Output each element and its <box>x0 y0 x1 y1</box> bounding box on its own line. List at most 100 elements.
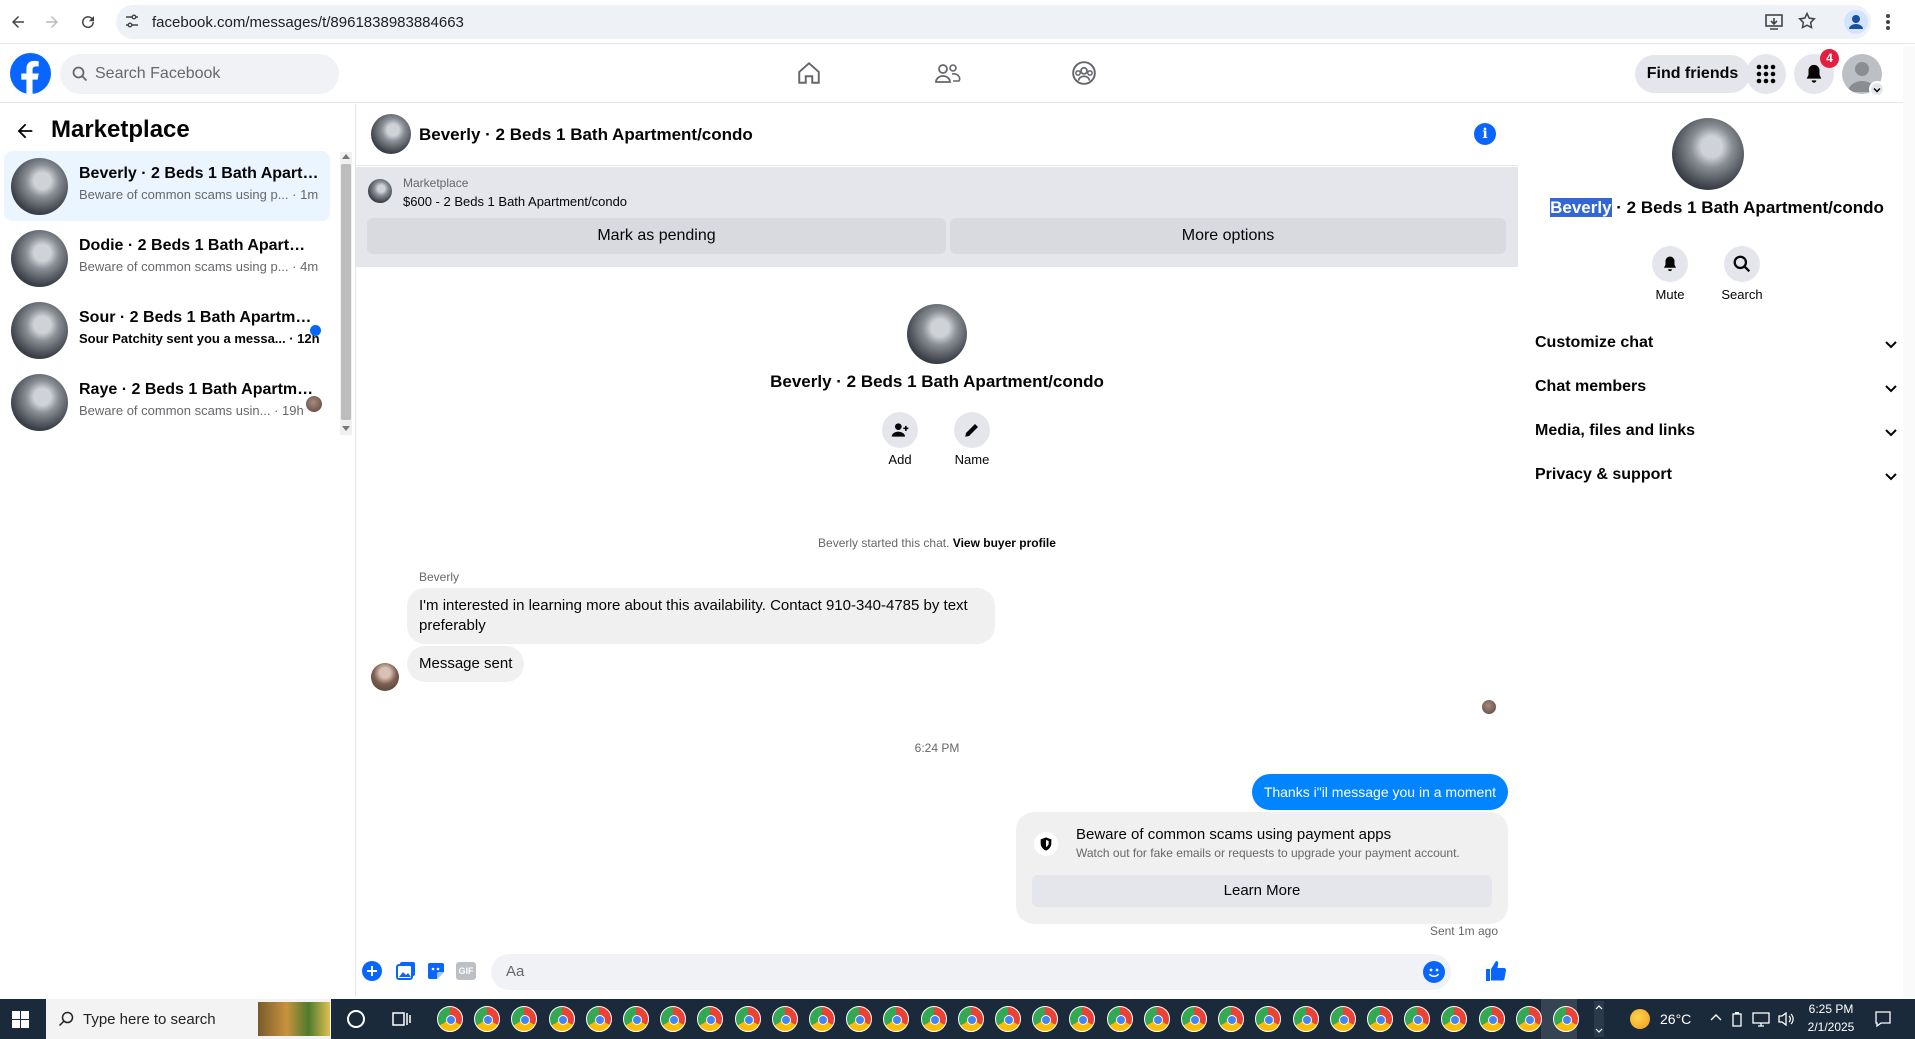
taskbar-search-box[interactable]: Type here to search <box>46 999 331 1039</box>
conversation-item-dodie[interactable]: Dodie · 2 Beds 1 Bath Apartmen... Beware… <box>4 223 330 293</box>
taskbar-chrome-app-icon[interactable] <box>1143 1006 1170 1032</box>
facebook-logo-icon[interactable] <box>10 53 51 94</box>
weather-temperature[interactable]: 26°C <box>1660 1011 1691 1027</box>
volume-icon[interactable] <box>1777 1011 1795 1032</box>
scroll-up-arrow-icon[interactable] <box>342 154 350 159</box>
windows-start-icon[interactable] <box>12 1011 29 1033</box>
scroll-down-arrow-icon[interactable] <box>342 426 350 431</box>
taskbar-chrome-app-icon[interactable] <box>1255 1006 1282 1032</box>
taskbar-chrome-app-icon[interactable] <box>1478 1006 1505 1032</box>
conversation-item-sour[interactable]: Sour · 2 Beds 1 Bath Apartmen... Sour Pa… <box>4 295 330 365</box>
listing-thumbnail[interactable] <box>368 179 392 203</box>
account-chevron-down-icon[interactable] <box>1869 81 1885 97</box>
thumbs-up-icon[interactable] <box>1484 959 1508 988</box>
conversation-item-raye[interactable]: Raye · 2 Beds 1 Bath Apartme... Beware o… <box>4 367 330 437</box>
taskbar-chrome-app-icon[interactable] <box>1292 1006 1319 1032</box>
taskbar-overflow-scroll[interactable] <box>1594 1001 1604 1037</box>
bookmark-star-icon[interactable] <box>1797 11 1817 36</box>
chat-avatar[interactable] <box>371 114 411 154</box>
task-view-icon[interactable] <box>392 1010 412 1033</box>
battery-icon[interactable] <box>1730 1011 1744 1032</box>
install-app-icon[interactable] <box>1764 12 1784 37</box>
weather-sun-icon[interactable] <box>1630 1009 1650 1029</box>
edit-name-pencil-icon[interactable] <box>954 412 990 448</box>
taskbar-chrome-app-icon[interactable] <box>623 1006 649 1032</box>
taskbar-chrome-app-icon[interactable] <box>1404 1006 1431 1032</box>
customize-chat-section[interactable]: Customize chat <box>1535 334 1905 364</box>
message-input[interactable]: Aa <box>491 954 1451 990</box>
forward-icon[interactable] <box>40 10 64 34</box>
notification-center-icon[interactable] <box>1874 1010 1892 1033</box>
menu-grid-icon[interactable] <box>1746 54 1786 94</box>
taskbar-chrome-app-icon[interactable] <box>771 1006 798 1032</box>
taskbar-chrome-app-icon[interactable] <box>1441 1006 1468 1032</box>
browser-profile-icon[interactable] <box>1844 10 1868 34</box>
taskbar-chrome-app-icon[interactable] <box>883 1006 910 1032</box>
taskbar-chrome-app-icon[interactable] <box>1515 1006 1542 1032</box>
taskbar-chrome-app-icon[interactable] <box>1032 1006 1059 1032</box>
taskbar-chrome-app-icon[interactable] <box>995 1006 1021 1032</box>
back-icon[interactable] <box>6 10 30 34</box>
taskbar-chrome-app-icon[interactable] <box>809 1006 835 1032</box>
scrollbar-thumb[interactable] <box>341 164 351 420</box>
chat-members-section[interactable]: Chat members <box>1535 378 1905 408</box>
plus-actions-icon[interactable] <box>362 961 382 981</box>
privacy-support-section[interactable]: Privacy & support <box>1535 466 1905 496</box>
banner-listing-text[interactable]: $600 - 2 Beds 1 Bath Apartment/condo <box>403 194 627 209</box>
add-person-icon[interactable] <box>882 412 918 448</box>
taskbar-chrome-app-icon[interactable] <box>697 1006 724 1032</box>
clock-date[interactable]: 2/1/2025 <box>1800 1020 1862 1034</box>
outgoing-message[interactable]: Thanks i"il message you in a moment <box>1251 774 1508 810</box>
mute-bell-icon[interactable] <box>1652 246 1688 282</box>
facebook-search-input[interactable]: Search Facebook <box>60 54 339 94</box>
taskbar-chrome-app-icon[interactable] <box>437 1006 463 1032</box>
find-friends-button[interactable]: Find friends <box>1635 55 1750 93</box>
url-text[interactable]: facebook.com/messages/t/8961838983884663 <box>152 14 464 31</box>
more-options-button[interactable]: More options <box>950 218 1506 254</box>
chat-header-title[interactable]: Beverly · 2 Beds 1 Bath Apartment/condo <box>419 125 753 145</box>
taskbar-chrome-app-icon[interactable] <box>1069 1006 1096 1032</box>
view-buyer-profile-link[interactable]: View buyer profile <box>953 536 1056 550</box>
taskbar-chrome-app-icon[interactable] <box>548 1006 575 1032</box>
taskbar-chrome-app-icon[interactable] <box>585 1006 612 1032</box>
taskbar-chrome-app-icon[interactable] <box>474 1006 501 1032</box>
taskbar-chrome-app-icon[interactable] <box>1367 1006 1393 1032</box>
page-scrollbar[interactable] <box>1903 46 1915 998</box>
emoji-icon[interactable] <box>1423 961 1445 983</box>
friends-icon[interactable] <box>932 58 962 88</box>
groups-icon[interactable] <box>1069 58 1099 88</box>
taskbar-chrome-app-icon[interactable] <box>1106 1006 1133 1032</box>
conversation-item-beverly[interactable]: Beverly · 2 Beds 1 Bath Apartme... Bewar… <box>4 151 330 221</box>
taskbar-chrome-app-icon[interactable] <box>734 1006 761 1032</box>
search-in-chat-icon[interactable] <box>1724 246 1760 282</box>
gif-icon[interactable]: GIF <box>456 962 476 980</box>
reload-icon[interactable] <box>76 10 100 34</box>
taskbar-chrome-app-icon[interactable] <box>957 1006 984 1032</box>
network-icon[interactable] <box>1752 1011 1770 1032</box>
taskbar-chrome-app-icon[interactable] <box>1218 1006 1245 1032</box>
browser-menu-icon[interactable] <box>1885 12 1891 37</box>
info-icon[interactable]: i <box>1474 123 1496 145</box>
site-info-icon[interactable] <box>124 13 140 34</box>
media-files-links-section[interactable]: Media, files and links <box>1535 422 1905 452</box>
cortana-icon[interactable] <box>347 1010 365 1028</box>
taskbar-chrome-app-icon[interactable] <box>1329 1006 1356 1032</box>
tray-chevron-up-icon[interactable] <box>1709 1011 1723 1030</box>
incoming-message-1[interactable]: I'm interested in learning more about th… <box>407 588 995 644</box>
mark-as-pending-button[interactable]: Mark as pending <box>367 218 946 254</box>
listing-avatar <box>11 230 68 287</box>
back-arrow-icon[interactable] <box>14 120 36 147</box>
taskbar-chrome-app-icon[interactable] <box>660 1006 687 1032</box>
learn-more-button[interactable]: Learn More <box>1032 875 1492 907</box>
incoming-message-2[interactable]: Message sent <box>407 646 525 682</box>
sticker-icon[interactable] <box>426 961 446 986</box>
taskbar-chrome-app-icon[interactable] <box>920 1006 947 1032</box>
photo-attach-icon[interactable] <box>396 961 416 986</box>
clock-time[interactable]: 6:25 PM <box>1800 1002 1862 1016</box>
taskbar-chrome-app-icon[interactable] <box>846 1006 873 1032</box>
taskbar-chrome-app-icon[interactable] <box>511 1006 538 1032</box>
home-icon[interactable] <box>794 58 824 88</box>
taskbar-chrome-app-icon[interactable] <box>1181 1006 1207 1032</box>
details-avatar[interactable] <box>1672 118 1744 190</box>
taskbar-chrome-app-icon[interactable] <box>1553 1006 1579 1032</box>
